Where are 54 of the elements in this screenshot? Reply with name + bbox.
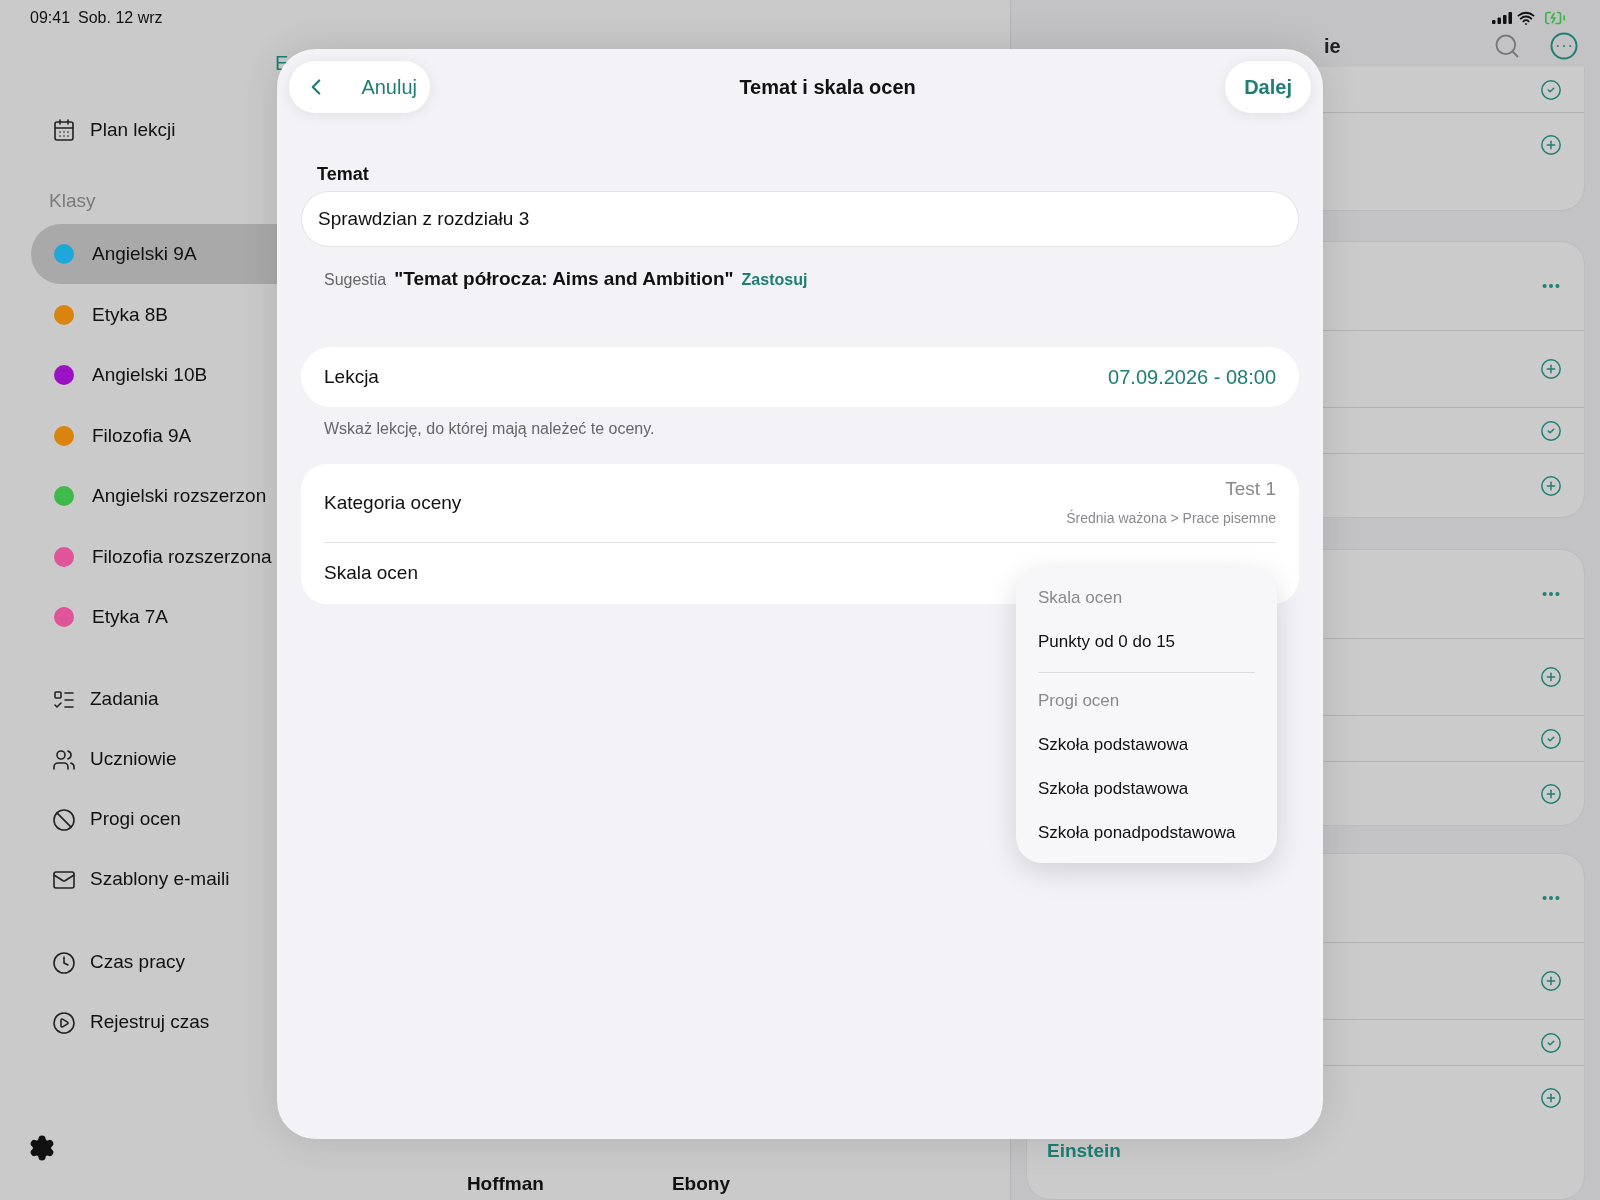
add-icon[interactable] (1540, 358, 1562, 380)
check-circle-icon[interactable] (1540, 419, 1562, 442)
calendar-icon (52, 118, 76, 142)
category-label: Kategoria oceny (324, 490, 462, 515)
lesson-row[interactable]: Lekcja 07.09.2026 - 08:00 (301, 347, 1299, 407)
pane-title: ie (1324, 33, 1341, 59)
status-date: Sob. 12 wrz (78, 8, 163, 28)
add-icon[interactable] (1540, 474, 1562, 497)
column-name: Hoffman (466, 1171, 544, 1196)
sidebar-item[interactable]: Progi ocen (90, 805, 181, 834)
modal-title: Temat i skala ocen (739, 75, 916, 100)
category-value[interactable]: Test 1 (1225, 475, 1276, 504)
category-path: Średnia ważona > Prace pisemne (1066, 508, 1276, 528)
play-icon (52, 1010, 76, 1035)
scale-label: Skala ocen (324, 561, 418, 586)
add-icon[interactable] (1540, 1086, 1562, 1109)
apply-link[interactable]: Zastosuj (741, 268, 808, 292)
add-icon[interactable] (1540, 782, 1562, 805)
menu-item[interactable]: Szkoła podstawowa (1038, 732, 1189, 758)
prohibited-icon (52, 807, 76, 832)
more-icon[interactable] (1549, 30, 1579, 61)
sidebar-item[interactable]: Zadania (90, 685, 159, 714)
student-name: Einstein (1047, 1139, 1121, 1163)
add-icon[interactable] (1540, 970, 1562, 992)
class-item[interactable]: Etyka 7A (31, 587, 351, 648)
back-button[interactable]: Anuluj (289, 61, 430, 113)
topic-field[interactable]: Sprawdzian z rozdziału 3 (301, 191, 1299, 247)
check-circle-icon[interactable] (1540, 1031, 1562, 1054)
check-circle-icon[interactable] (1540, 78, 1562, 101)
wifi-icon (1517, 9, 1535, 27)
menu-item[interactable]: Szkoła podstawowa (1038, 776, 1189, 802)
sidebar-item[interactable]: Rejestruj czas (90, 1008, 210, 1037)
status-time: 09:41 (30, 8, 71, 28)
menu-item[interactable]: Szkoła ponadpodstawowa (1038, 820, 1236, 846)
menu-heading: Progi ocen (1038, 690, 1120, 713)
menu-heading: Skala ocen (1038, 587, 1123, 610)
add-icon[interactable] (1540, 133, 1562, 156)
add-icon[interactable] (1540, 666, 1562, 688)
sidebar-item[interactable]: Szablony e-maili (90, 865, 230, 894)
menu-item[interactable]: Punkty od 0 do 15 (1038, 629, 1176, 655)
next-button[interactable]: Dalej (1225, 61, 1311, 113)
sidebar-item[interactable]: Plan lekcji (90, 115, 176, 145)
people-icon (52, 747, 76, 772)
signal-icon (1492, 12, 1512, 24)
settings-icon[interactable] (28, 1134, 56, 1162)
sidebar-item[interactable]: Czas pracy (90, 948, 186, 977)
section-heading: Klasy (48, 189, 97, 213)
clock-icon (52, 950, 76, 975)
field-label: Temat (317, 164, 369, 184)
check-circle-icon[interactable] (1540, 727, 1562, 750)
column-name: Ebony (671, 1171, 730, 1196)
sidebar-item[interactable]: Uczniowie (90, 745, 177, 774)
lesson-hint: Wskaż lekcję, do której mają należeć te oceny. (324, 420, 655, 437)
suggestion-text: "Temat półrocza: Aims and Ambition" (394, 267, 734, 291)
